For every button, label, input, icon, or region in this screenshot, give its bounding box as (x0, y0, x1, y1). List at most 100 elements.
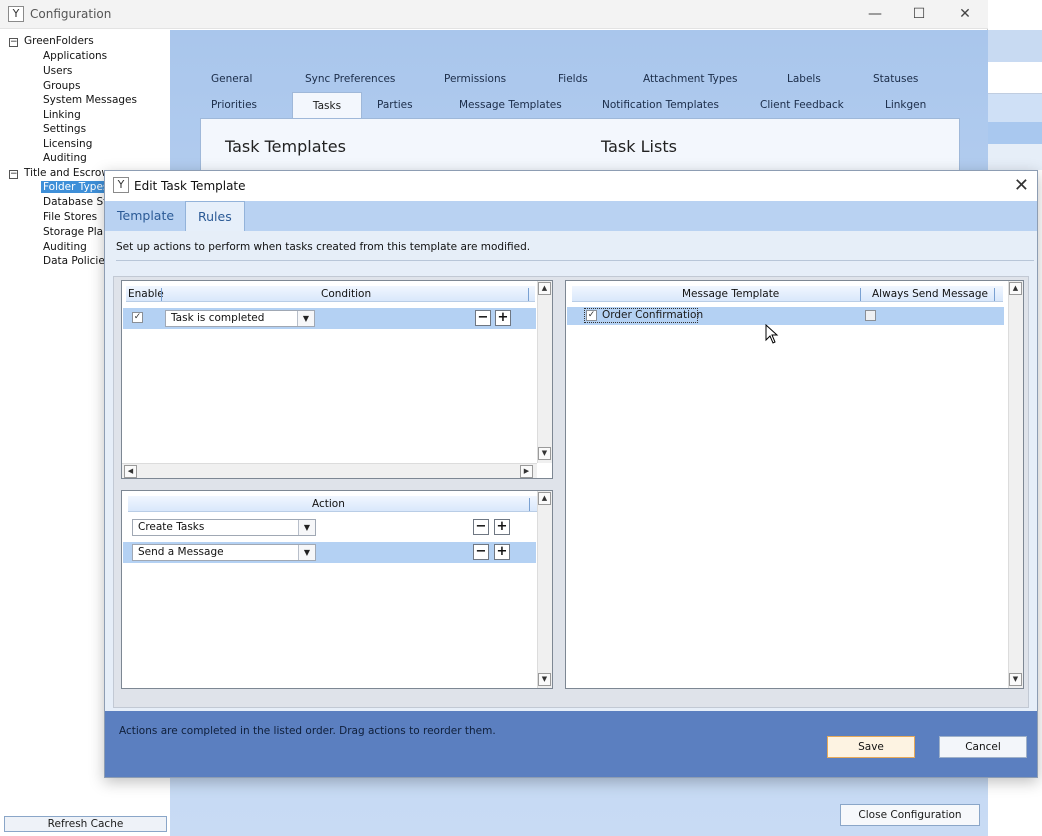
tree-item-licensing[interactable]: Licensing (43, 138, 92, 150)
scroll-up-icon[interactable]: ▲ (538, 492, 551, 505)
background-window-edge (988, 94, 1042, 122)
edit-task-template-dialog: Y Edit Task Template ✕ Template Rules Se… (104, 170, 1038, 778)
add-condition-button[interactable]: + (495, 310, 511, 326)
always-send-column-header[interactable]: Always Send Message (872, 286, 988, 302)
remove-action-button[interactable]: − (473, 519, 489, 535)
tab-template[interactable]: Template (105, 201, 186, 231)
chevron-down-icon[interactable]: ▼ (297, 311, 314, 326)
tree-item-data-policies[interactable]: Data Policies (43, 255, 110, 267)
tree-item-linking[interactable]: Linking (43, 109, 81, 121)
rules-tab-body: Set up actions to perform when tasks cre… (105, 231, 1037, 711)
table-row[interactable]: ✓ Task is completed ▼ − + (123, 308, 536, 329)
minimize-icon[interactable]: — (860, 4, 890, 24)
action-select-value: Create Tasks (138, 521, 205, 533)
background-window-edge (988, 144, 1042, 170)
background-window-edge (988, 62, 1042, 94)
close-icon[interactable]: ✕ (1014, 175, 1029, 196)
tab-attachment-types[interactable]: Attachment Types (643, 73, 737, 85)
table-row[interactable]: Create Tasks ▼ − + (123, 517, 536, 538)
column-separator (161, 288, 162, 301)
tree-node-title-and-escrow[interactable]: Title and Escrow (24, 167, 110, 179)
table-row[interactable]: Send a Message ▼ − + (123, 542, 536, 563)
tab-tasks[interactable]: Tasks (292, 92, 362, 118)
enable-column-header[interactable]: Enable (128, 286, 164, 302)
rules-description: Set up actions to perform when tasks cre… (116, 241, 531, 253)
actions-vertical-scrollbar[interactable]: ▲ ▼ (537, 491, 552, 688)
tree-collapse-icon[interactable]: − (9, 38, 18, 47)
tab-notification-templates[interactable]: Notification Templates (602, 99, 719, 111)
message-template-checkbox[interactable]: ✓ (586, 310, 597, 321)
add-action-button[interactable]: + (494, 519, 510, 535)
tree-item-groups[interactable]: Groups (43, 80, 80, 92)
action-select[interactable]: Create Tasks ▼ (132, 519, 316, 536)
tab-sync-preferences[interactable]: Sync Preferences (305, 73, 395, 85)
tree-node-greenfolders[interactable]: GreenFolders (24, 35, 94, 47)
conditions-vertical-scrollbar[interactable]: ▲ ▼ (537, 281, 552, 463)
refresh-cache-button[interactable]: Refresh Cache (4, 816, 167, 832)
tab-message-templates[interactable]: Message Templates (459, 99, 562, 111)
tree-collapse-icon[interactable]: − (9, 170, 18, 179)
column-separator (994, 288, 995, 301)
scroll-up-icon[interactable]: ▲ (1009, 282, 1022, 295)
action-column-header[interactable]: Action (312, 496, 345, 512)
window-title: Configuration (30, 7, 112, 21)
message-templates-grid: Message Template Always Send Message ✓ O… (565, 280, 1024, 689)
tasks-content-area: Task Templates Task Lists (200, 118, 960, 178)
tree-item-auditing-2[interactable]: Auditing (43, 241, 87, 253)
dialog-title: Edit Task Template (134, 179, 246, 193)
action-select[interactable]: Send a Message ▼ (132, 544, 316, 561)
conditions-horizontal-scrollbar[interactable]: ◀ ▶ (122, 463, 537, 478)
tree-item-auditing[interactable]: Auditing (43, 152, 87, 164)
table-row[interactable]: ✓ Order Confirmation (567, 307, 1004, 325)
tree-item-users[interactable]: Users (43, 65, 72, 77)
main-titlebar[interactable]: Y Configuration — ☐ ✕ (0, 0, 988, 29)
tree-item-file-stores[interactable]: File Stores (43, 211, 97, 223)
tree-item-folder-types[interactable]: Folder Types (41, 181, 111, 193)
footer-note: Actions are completed in the listed orde… (119, 725, 496, 737)
background-window-edge (988, 122, 1042, 144)
chevron-down-icon[interactable]: ▼ (298, 520, 315, 535)
tab-permissions[interactable]: Permissions (444, 73, 506, 85)
actions-grid-header: Action (128, 496, 537, 512)
cancel-button[interactable]: Cancel (939, 736, 1027, 758)
tab-parties[interactable]: Parties (377, 99, 413, 111)
add-action-button[interactable]: + (494, 544, 510, 560)
chevron-down-icon[interactable]: ▼ (298, 545, 315, 560)
task-templates-heading: Task Templates (225, 137, 346, 156)
scroll-up-icon[interactable]: ▲ (538, 282, 551, 295)
scroll-down-icon[interactable]: ▼ (538, 447, 551, 460)
tab-client-feedback[interactable]: Client Feedback (760, 99, 844, 111)
tree-item-system-messages[interactable]: System Messages (43, 94, 137, 106)
app-icon: Y (8, 6, 24, 22)
save-button[interactable]: Save (827, 736, 915, 758)
scroll-down-icon[interactable]: ▼ (538, 673, 551, 686)
tab-general[interactable]: General (211, 73, 252, 85)
close-icon[interactable]: ✕ (950, 4, 980, 24)
tab-priorities[interactable]: Priorities (211, 99, 257, 111)
tree-item-storage-plans[interactable]: Storage Plan (43, 226, 110, 238)
condition-column-header[interactable]: Condition (321, 286, 371, 302)
dialog-titlebar[interactable]: Y Edit Task Template ✕ (105, 171, 1037, 201)
message-template-column-header[interactable]: Message Template (682, 286, 779, 302)
scroll-down-icon[interactable]: ▼ (1009, 673, 1022, 686)
tree-item-applications[interactable]: Applications (43, 50, 107, 62)
always-send-checkbox[interactable] (865, 310, 876, 321)
tab-rules[interactable]: Rules (185, 201, 245, 231)
conditions-grid-header: Enable Condition (126, 286, 535, 302)
maximize-icon[interactable]: ☐ (904, 4, 934, 24)
tab-fields[interactable]: Fields (558, 73, 588, 85)
column-separator (860, 288, 861, 301)
remove-condition-button[interactable]: − (475, 310, 491, 326)
enable-checkbox[interactable]: ✓ (132, 312, 143, 323)
messages-vertical-scrollbar[interactable]: ▲ ▼ (1008, 281, 1023, 688)
tab-statuses[interactable]: Statuses (873, 73, 918, 85)
background-window-edge (988, 30, 1042, 62)
scroll-left-icon[interactable]: ◀ (124, 465, 137, 478)
scroll-right-icon[interactable]: ▶ (520, 465, 533, 478)
remove-action-button[interactable]: − (473, 544, 489, 560)
condition-select[interactable]: Task is completed ▼ (165, 310, 315, 327)
tab-linkgen[interactable]: Linkgen (885, 99, 926, 111)
close-configuration-button[interactable]: Close Configuration (840, 804, 980, 826)
tab-labels[interactable]: Labels (787, 73, 821, 85)
tree-item-settings[interactable]: Settings (43, 123, 86, 135)
